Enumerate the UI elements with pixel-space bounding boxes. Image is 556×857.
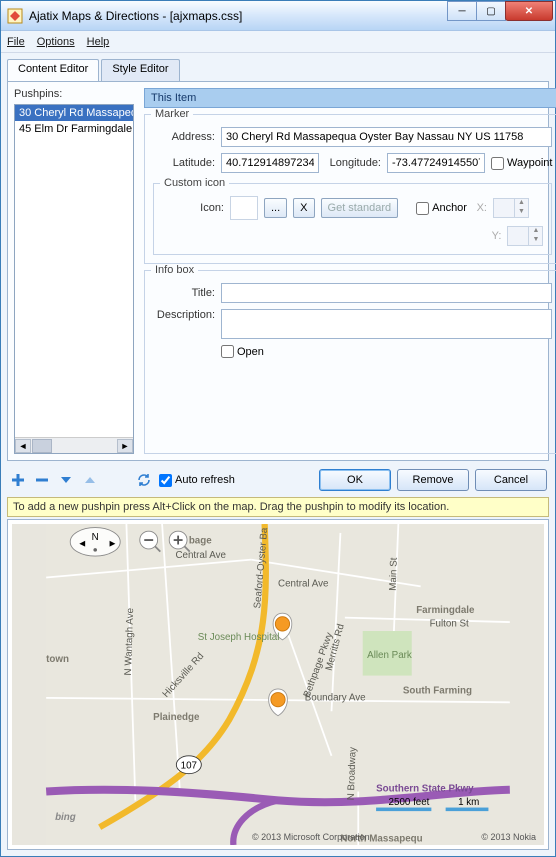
auto-refresh-checkbox[interactable]: Auto refresh	[159, 474, 235, 487]
svg-text:107: 107	[181, 760, 197, 771]
svg-text:N Broadway: N Broadway	[346, 747, 359, 801]
svg-text:Allen Park: Allen Park	[367, 650, 412, 661]
maximize-button[interactable]: ▢	[476, 1, 506, 21]
anchor-x-spinner[interactable]: ▲▼	[493, 198, 529, 218]
app-icon	[7, 8, 23, 24]
minimize-button[interactable]: ─	[447, 1, 477, 21]
icon-label: Icon:	[162, 202, 224, 214]
list-item[interactable]: 30 Cheryl Rd Massapequa	[15, 105, 133, 121]
map-compass[interactable]: N ◄ ►	[70, 528, 120, 557]
waypoint-checkbox[interactable]: Waypoint	[491, 157, 552, 170]
remove-icon[interactable]	[33, 471, 51, 489]
svg-text:Fulton St: Fulton St	[430, 619, 469, 630]
get-standard-button[interactable]: Get standard	[321, 198, 399, 218]
scroll-thumb[interactable]	[32, 439, 52, 453]
infobox-group: Info box Title: Description: Open	[144, 270, 556, 454]
ok-button[interactable]: OK	[319, 469, 391, 491]
infobox-legend: Info box	[151, 264, 198, 276]
pushpin-list[interactable]: 30 Cheryl Rd Massapequa 45 Elm Dr Farmin…	[14, 104, 134, 454]
infobox-title-label: Title:	[153, 287, 215, 299]
svg-text:1 km: 1 km	[458, 797, 479, 808]
pushpins-label: Pushpins:	[14, 88, 134, 100]
icon-preview	[230, 196, 258, 220]
move-down-icon[interactable]	[57, 471, 75, 489]
svg-text:St Joseph Hospital: St Joseph Hospital	[198, 632, 280, 643]
menubar: File Options Help	[1, 31, 555, 53]
custom-icon-legend: Custom icon	[160, 177, 229, 189]
infobox-open-checkbox[interactable]: Open	[221, 345, 264, 358]
svg-text:Plainedge: Plainedge	[153, 712, 200, 723]
clear-icon-button[interactable]: X	[293, 198, 314, 218]
hint-bar: To add a new pushpin press Alt+Click on …	[7, 497, 549, 517]
this-item-header: This Item	[144, 88, 556, 108]
anchor-x-label: X:	[473, 202, 487, 214]
address-input[interactable]	[221, 127, 552, 147]
titlebar[interactable]: Ajatix Maps & Directions - [ajxmaps.css]…	[1, 1, 555, 31]
svg-text:Boundary Ave: Boundary Ave	[305, 693, 366, 704]
marker-legend: Marker	[151, 108, 193, 120]
browse-button[interactable]: ...	[264, 198, 287, 218]
latitude-input[interactable]	[221, 153, 319, 173]
menu-file[interactable]: File	[7, 36, 25, 48]
svg-text:bage: bage	[189, 536, 212, 547]
map-credit: © 2013 Microsoft Corporation	[252, 832, 370, 842]
list-scrollbar[interactable]: ◄ ►	[15, 437, 133, 453]
svg-text:Central Ave: Central Ave	[278, 578, 329, 589]
svg-text:South Farming: South Farming	[403, 685, 472, 696]
add-icon[interactable]	[9, 471, 27, 489]
list-item[interactable]: 45 Elm Dr Farmingdale	[15, 121, 133, 137]
svg-text:2500 feet: 2500 feet	[389, 797, 430, 808]
cancel-button[interactable]: Cancel	[475, 469, 547, 491]
infobox-desc-input[interactable]	[221, 309, 552, 339]
close-button[interactable]: ✕	[505, 1, 553, 21]
remove-button[interactable]: Remove	[397, 469, 469, 491]
svg-text:Southern State Pkwy: Southern State Pkwy	[376, 784, 474, 795]
svg-text:N: N	[92, 532, 99, 543]
anchor-y-label: Y:	[487, 230, 501, 242]
svg-text:Central Ave: Central Ave	[175, 550, 226, 561]
address-label: Address:	[153, 131, 215, 143]
scroll-right-icon[interactable]: ►	[117, 439, 133, 453]
menu-options[interactable]: Options	[37, 36, 75, 48]
map-canvas[interactable]: 107 N ◄ ► Farmingdale	[12, 524, 544, 845]
infobox-desc-label: Description:	[153, 309, 215, 321]
svg-text:town: town	[46, 654, 69, 665]
longitude-label: Longitude:	[325, 157, 381, 169]
dialog-window: Ajatix Maps & Directions - [ajxmaps.css]…	[0, 0, 556, 857]
svg-text:►: ►	[108, 538, 118, 549]
infobox-title-input[interactable]	[221, 283, 552, 303]
marker-group: Marker Address: Latitude: Longitude: Way…	[144, 114, 556, 264]
map-credit: © 2013 Nokia	[481, 832, 536, 842]
map[interactable]: 107 N ◄ ► Farmingdale	[12, 524, 544, 845]
bing-logo: bing	[55, 812, 76, 823]
svg-text:◄: ◄	[77, 538, 87, 549]
custom-icon-group: Custom icon Icon: ... X Get standard Anc…	[153, 183, 552, 255]
longitude-input[interactable]	[387, 153, 485, 173]
anchor-checkbox[interactable]: Anchor	[416, 202, 467, 215]
menu-help[interactable]: Help	[87, 36, 110, 48]
anchor-y-spinner[interactable]: ▲▼	[507, 226, 543, 246]
tab-content-editor[interactable]: Content Editor	[7, 59, 99, 81]
move-up-icon[interactable]	[81, 471, 99, 489]
toolbar: Auto refresh OK Remove Cancel	[7, 465, 549, 495]
svg-text:Farmingdale: Farmingdale	[416, 605, 475, 616]
svg-text:Main St: Main St	[388, 557, 400, 591]
latitude-label: Latitude:	[153, 157, 215, 169]
tab-strip: Content Editor Style Editor	[7, 59, 549, 81]
map-container: 107 N ◄ ► Farmingdale	[7, 519, 549, 850]
content-editor-panel: Pushpins: 30 Cheryl Rd Massapequa 45 Elm…	[7, 81, 549, 461]
scroll-left-icon[interactable]: ◄	[15, 439, 31, 453]
refresh-icon[interactable]	[135, 471, 153, 489]
tab-style-editor[interactable]: Style Editor	[101, 59, 179, 81]
